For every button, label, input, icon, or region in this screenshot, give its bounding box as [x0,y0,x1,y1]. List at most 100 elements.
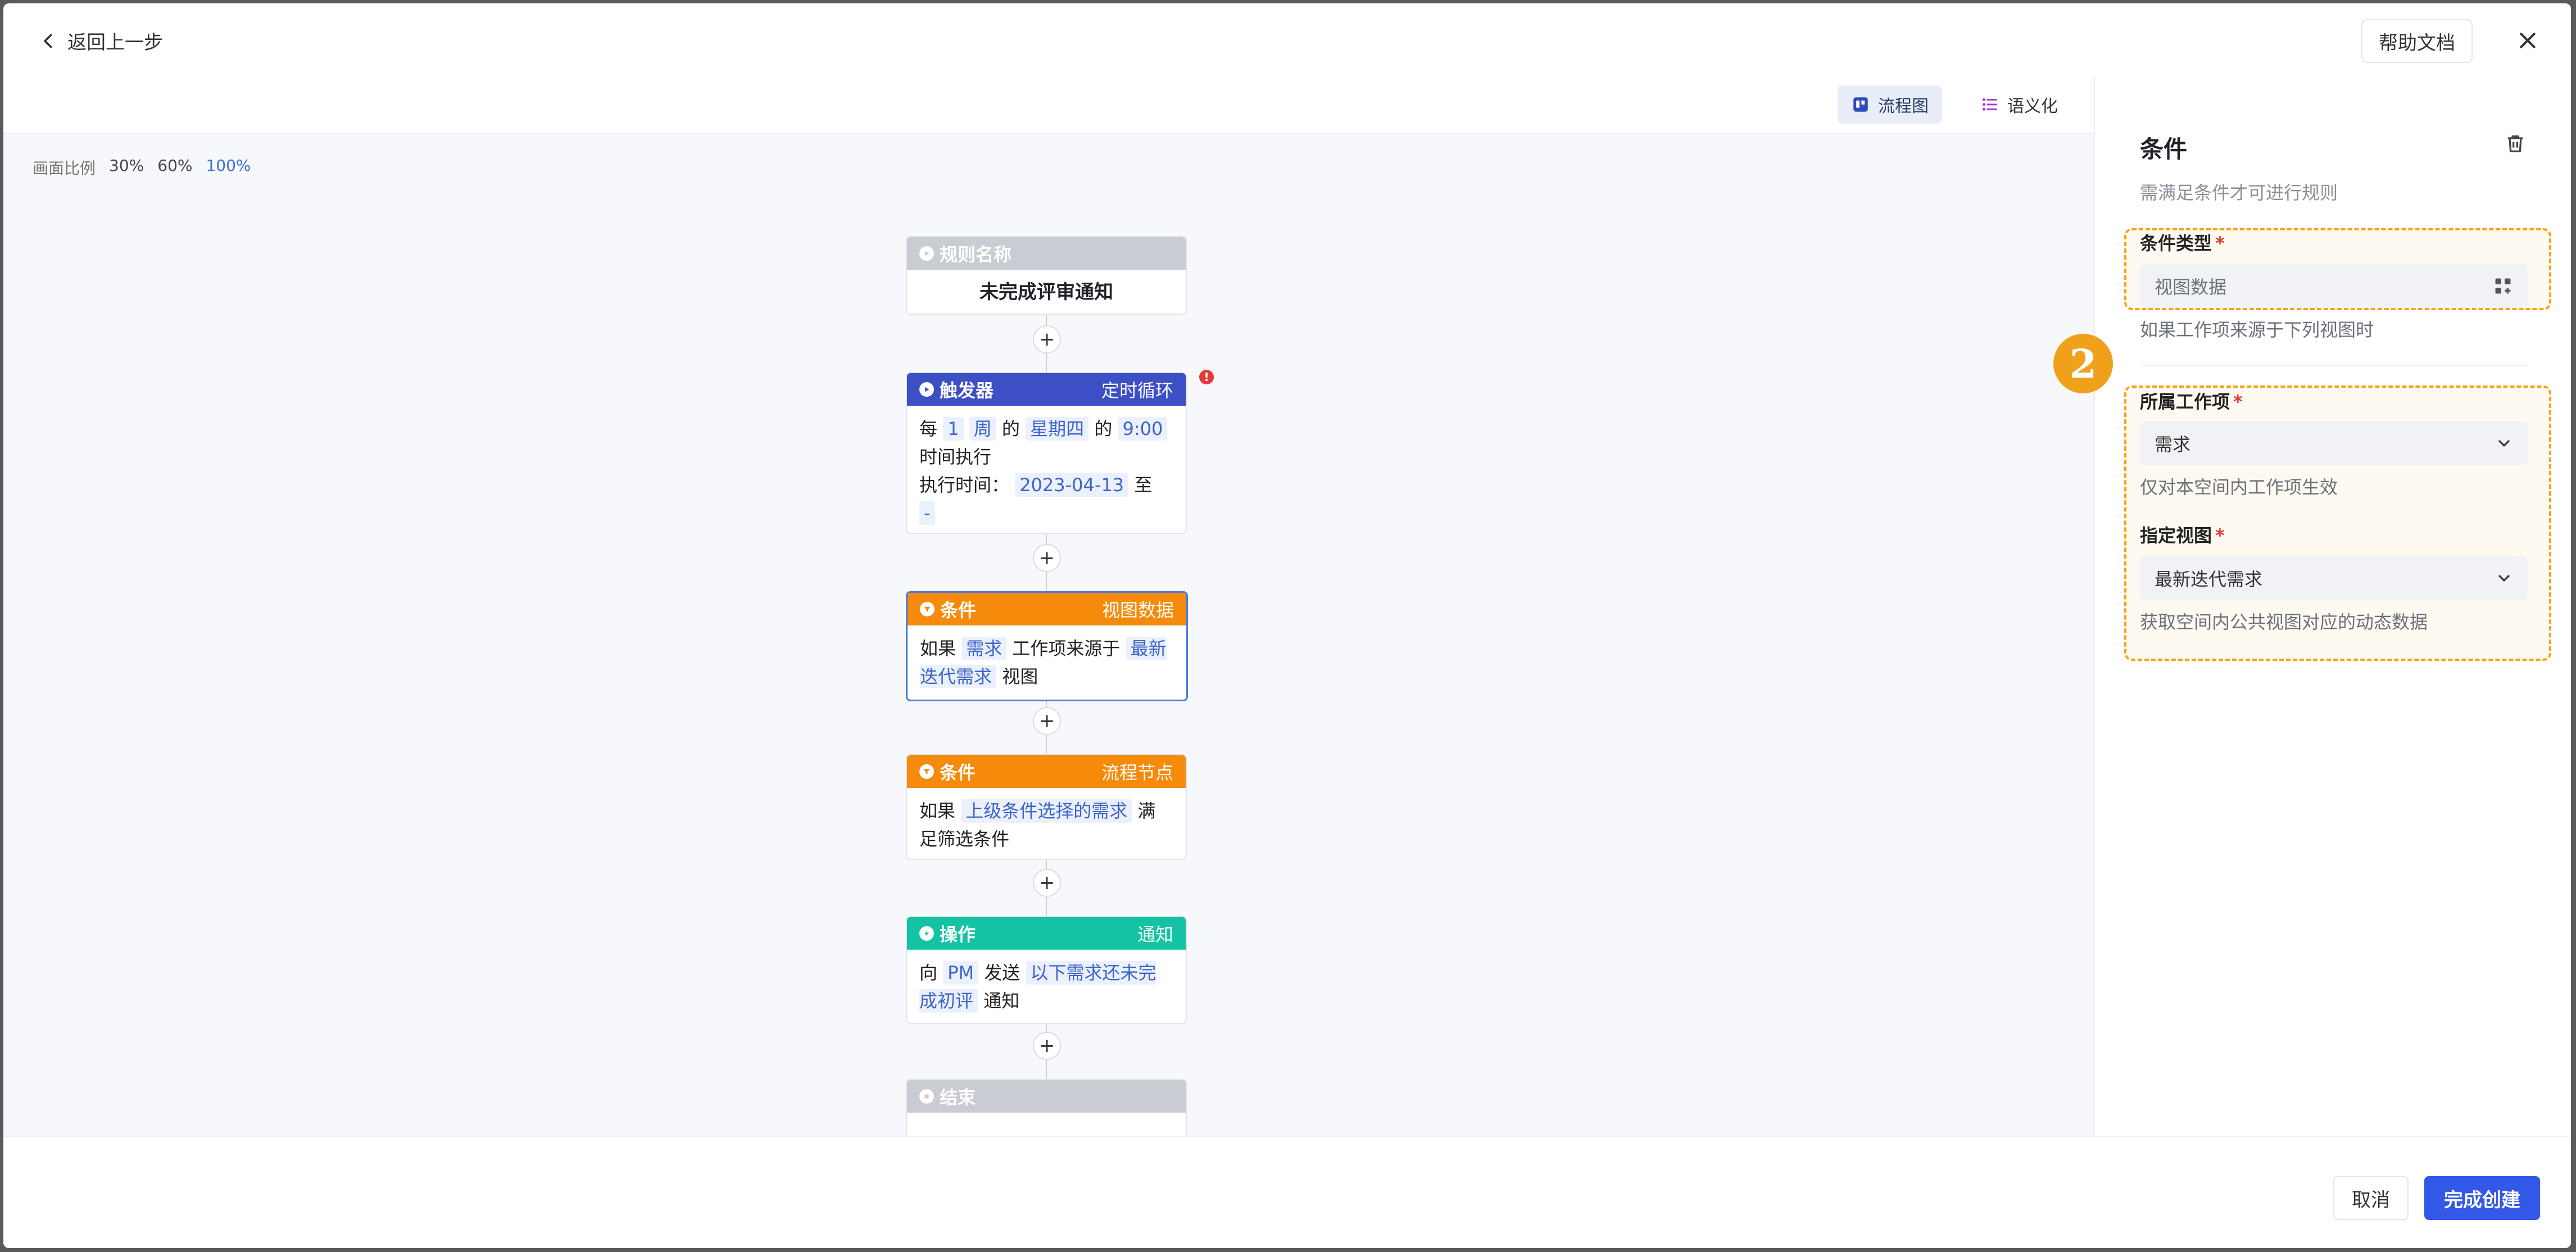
work-item-label: 所属工作项 * [2140,388,2243,414]
action-type-tag: 通知 [1137,924,1173,945]
action-head: 操作 [940,924,976,945]
canvas-toolbar: 流程图 语义化 [3,76,2094,134]
chevron-left-icon [44,34,52,48]
condition-body: 如果 上级条件选择的需求 满足筛选条件 [907,788,1186,859]
back-label: 返回上一步 [67,31,163,54]
rule-editor-modal: 返回上一步 帮助文档 流程图 语义化 画面比例 30% 60% 100% 规则名… [3,3,2571,1248]
label-text: 指定视图 [2140,525,2212,546]
select-value: 视图数据 [2155,276,2227,298]
panel-title: 条件 [2140,135,2188,163]
rule-name-value: 未完成评审通知 [979,281,1113,303]
label-text: 所属工作项 [2140,391,2230,412]
close-icon [2520,33,2536,48]
apps-icon [2495,278,2511,294]
text: 的 [1001,418,1020,439]
complete-create-button[interactable]: 完成创建 [2424,1176,2540,1220]
required-mark: * [2233,391,2243,412]
view-select[interactable]: 最新迭代需求 [2140,556,2528,600]
step-badge: 2 [2053,334,2113,393]
value-chip: 需求 [962,637,1007,660]
condition-head: 条件 [940,600,977,621]
trigger-icon [919,382,934,397]
back-button[interactable]: 返回上一步 [38,27,163,55]
condition-type-label: 条件类型 * [2140,229,2225,255]
trigger-node[interactable]: 触发器 定时循环 每 1 周 的 星期四 的 9:00 时间执行 执行时间： 2… [906,372,1187,534]
value-chip: 周 [969,417,996,441]
value-chip: 星期四 [1026,417,1089,441]
rule-name-head: 规则名称 [940,244,1012,265]
cancel-button[interactable]: 取消 [2333,1176,2409,1220]
view-toggle-flow[interactable]: 流程图 [1838,85,1942,124]
add-node-button[interactable]: + [1033,325,1061,353]
text: 向 [919,962,938,983]
trigger-head: 触发器 [940,380,994,401]
text: 时间执行 [919,446,992,468]
required-mark: * [2215,233,2225,254]
filter-icon [919,764,934,779]
value-chip: 9:00 [1118,417,1168,441]
action-node[interactable]: 操作 通知 向 PM 发送 以下需求还未完成初评 通知 [906,916,1187,1024]
condition-type-hint: 如果工作项来源于下列视图时 [2140,319,2374,341]
condition-head: 条件 [940,762,976,783]
text: 如果 [920,638,956,659]
flow-canvas[interactable]: 流程图 语义化 画面比例 30% 60% 100% 规则名称 未完成评审通知 +… [3,76,2094,1158]
panel-subtitle: 需满足条件才可进行规则 [2140,182,2338,203]
action-body: 向 PM 发送 以下需求还未完成初评 通知 [907,950,1186,1023]
zoom-30[interactable]: 30% [109,156,144,179]
add-node-button[interactable]: + [1033,544,1061,572]
condition-type-tag: 视图数据 [1101,600,1174,621]
text: 发送 [984,962,1021,983]
top-bar: 返回上一步 帮助文档 [3,3,2571,78]
text: 如果 [919,800,956,822]
condition-type-select[interactable]: 视图数据 [2140,264,2528,308]
text: 通知 [983,990,1020,1011]
value-chip: - [919,501,935,525]
condition-settings-panel: 条件 需满足条件才可进行规则 条件类型 * 视图数据 如果工作项来源于下列视图时 … [2094,76,2571,1136]
end-head: 结束 [940,1087,976,1108]
condition-node-view[interactable]: 条件 视图数据 如果 需求 工作项来源于 最新迭代需求 视图 [906,591,1188,701]
required-mark: * [2215,525,2225,546]
text: 每 [919,418,938,439]
label-text: 条件类型 [2140,233,2212,254]
text: 的 [1094,418,1113,439]
chevron-down-icon [2498,575,2510,582]
add-node-button[interactable]: + [1033,707,1061,735]
text: 工作项来源于 [1012,638,1121,659]
trash-icon[interactable] [2504,133,2527,155]
view-label: 指定视图 * [2140,521,2225,547]
condition-body: 如果 需求 工作项来源于 最新迭代需求 视图 [908,625,1186,700]
add-node-button[interactable]: + [1033,869,1061,897]
text: 至 [1134,474,1153,496]
view-hint: 获取空间内公共视图对应的动态数据 [2140,611,2428,633]
value-chip: 2023-04-13 [1015,473,1129,497]
trigger-body: 每 1 周 的 星期四 的 9:00 时间执行 执行时间： 2023-04-13… [907,406,1186,533]
zoom-controls: 画面比例 30% 60% 100% [33,156,251,179]
add-node-button[interactable]: + [1033,1032,1061,1060]
view-semantic-label: 语义化 [2007,97,2058,116]
help-docs-button[interactable]: 帮助文档 [2361,19,2473,63]
value-chip: 上级条件选择的需求 [961,799,1132,823]
divider [2140,365,2528,366]
chevron-down-icon [2498,440,2510,447]
bolt-icon [919,926,934,941]
rule-name-node[interactable]: 规则名称 未完成评审通知 [906,236,1187,315]
text: 执行时间： [919,474,1010,496]
trigger-type-tag: 定时循环 [1101,380,1173,401]
select-value: 需求 [2155,434,2191,455]
condition-node-flow[interactable]: 条件 流程节点 如果 上级条件选择的需求 满足筛选条件 [906,754,1187,860]
close-button[interactable] [2512,25,2543,56]
zoom-label: 画面比例 [33,159,96,178]
value-chip: 1 [943,417,964,441]
play-icon [919,246,934,261]
flowchart-icon [1853,97,1868,112]
stop-icon [919,1089,934,1104]
work-item-hint: 仅对本空间内工作项生效 [2140,477,2338,498]
zoom-60[interactable]: 60% [157,156,192,179]
view-toggle-semantic[interactable]: 语义化 [1967,85,2071,124]
work-item-select[interactable]: 需求 [2140,421,2528,465]
list-icon [1982,98,1997,111]
view-flow-label: 流程图 [1878,97,1929,116]
zoom-100[interactable]: 100% [206,156,251,179]
select-value: 最新迭代需求 [2155,569,2263,590]
bottom-bar: 取消 完成创建 [3,1136,2571,1248]
